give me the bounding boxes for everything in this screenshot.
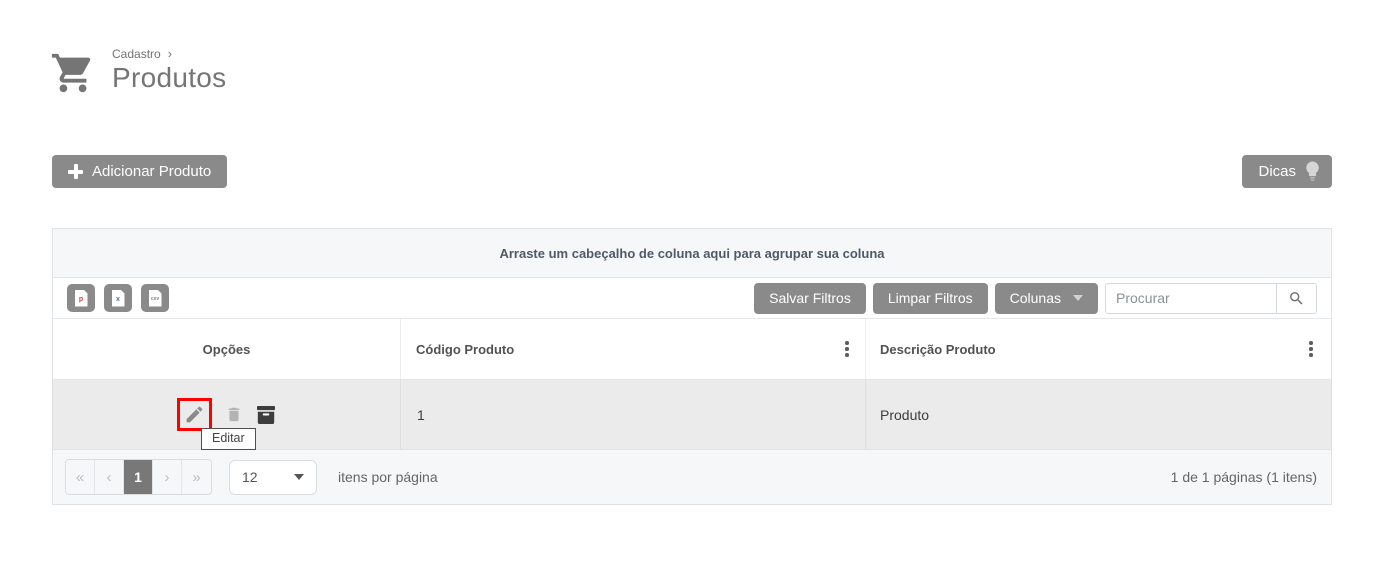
breadcrumb: Cadastro › <box>112 46 226 61</box>
column-header-description[interactable]: Descrição Produto <box>866 319 1331 379</box>
breadcrumb-arrow-icon: › <box>168 46 172 61</box>
grid-toolbar: p x csv Salvar Filtros <box>53 278 1331 319</box>
search-input[interactable] <box>1106 284 1276 313</box>
pencil-icon <box>184 404 205 425</box>
trash-icon <box>225 405 243 424</box>
export-button-group: p x csv <box>67 284 169 312</box>
archive-box-icon <box>256 406 276 424</box>
column-header-options-label: Opções <box>203 342 251 357</box>
plus-icon <box>68 164 83 179</box>
breadcrumb-item[interactable]: Cadastro <box>112 47 161 61</box>
search-icon <box>1288 290 1305 307</box>
group-hint-text: Arraste um cabeçalho de coluna aqui para… <box>499 246 884 261</box>
group-drop-area[interactable]: Arraste um cabeçalho de coluna aqui para… <box>53 229 1331 278</box>
lightbulb-icon <box>1305 161 1320 182</box>
page-size-value: 12 <box>242 469 258 485</box>
excel-file-icon: x <box>112 290 125 307</box>
row-description-cell: Produto <box>866 380 1331 449</box>
pager-next-button[interactable]: › <box>153 460 182 494</box>
pager-summary: 1 de 1 páginas (1 itens) <box>1171 469 1317 485</box>
pdf-file-icon: p <box>75 290 88 307</box>
save-filters-label: Salvar Filtros <box>769 290 851 306</box>
column-menu-icon[interactable] <box>1301 338 1321 360</box>
pager-first-button[interactable]: « <box>66 460 95 494</box>
products-grid: Arraste um cabeçalho de coluna aqui para… <box>52 228 1332 505</box>
column-header-code[interactable]: Código Produto <box>401 319 866 379</box>
pager-prev-button[interactable]: ‹ <box>95 460 124 494</box>
shopping-cart-icon <box>50 50 96 96</box>
add-product-label: Adicionar Produto <box>92 163 211 180</box>
items-per-page-label: itens por página <box>338 469 438 485</box>
app-header: Cadastro › Produtos <box>50 44 226 96</box>
columns-dropdown-button[interactable]: Colunas <box>995 283 1098 314</box>
pager-group: « ‹ 1 › » <box>65 459 212 495</box>
export-excel-button[interactable]: x <box>104 284 132 312</box>
chevron-down-icon <box>1073 295 1083 301</box>
chevron-down-icon <box>294 474 304 480</box>
clear-filters-button[interactable]: Limpar Filtros <box>873 283 988 314</box>
delete-button[interactable] <box>225 405 243 424</box>
column-menu-icon[interactable] <box>837 338 857 360</box>
edit-tooltip: Editar <box>201 428 256 450</box>
csv-file-icon: csv <box>149 290 162 307</box>
column-header-description-label: Descrição Produto <box>880 342 996 357</box>
archive-button[interactable] <box>256 406 276 424</box>
pager-last-button[interactable]: » <box>182 460 211 494</box>
search-box <box>1105 283 1317 314</box>
tips-button[interactable]: Dicas <box>1242 155 1332 188</box>
row-code-cell: 1 <box>401 380 866 449</box>
save-filters-button[interactable]: Salvar Filtros <box>754 283 866 314</box>
table-row: 1 Produto Editar <box>53 380 1331 450</box>
clear-filters-label: Limpar Filtros <box>888 290 973 306</box>
columns-label: Colunas <box>1010 290 1061 306</box>
tips-label: Dicas <box>1258 163 1296 180</box>
pager-row: « ‹ 1 › » 12 itens por página 1 de 1 pág… <box>53 450 1331 504</box>
grid-header-row: Opções Código Produto Descrição Produto <box>53 319 1331 380</box>
toolbar-right: Salvar Filtros Limpar Filtros Colunas <box>754 283 1317 314</box>
header-text: Cadastro › Produtos <box>112 44 226 96</box>
export-pdf-button[interactable]: p <box>67 284 95 312</box>
export-csv-button[interactable]: csv <box>141 284 169 312</box>
search-button[interactable] <box>1276 284 1316 313</box>
pager-page-1-button[interactable]: 1 <box>124 460 153 494</box>
column-header-code-label: Código Produto <box>416 342 514 357</box>
page: Cadastro › Produtos Adicionar Produto Di… <box>0 0 1397 576</box>
edit-button[interactable] <box>184 404 205 425</box>
page-title: Produtos <box>112 62 226 94</box>
column-header-options[interactable]: Opções <box>53 319 401 379</box>
add-product-button[interactable]: Adicionar Produto <box>52 155 227 188</box>
highlight-box <box>177 398 212 431</box>
page-size-select[interactable]: 12 <box>229 460 317 495</box>
